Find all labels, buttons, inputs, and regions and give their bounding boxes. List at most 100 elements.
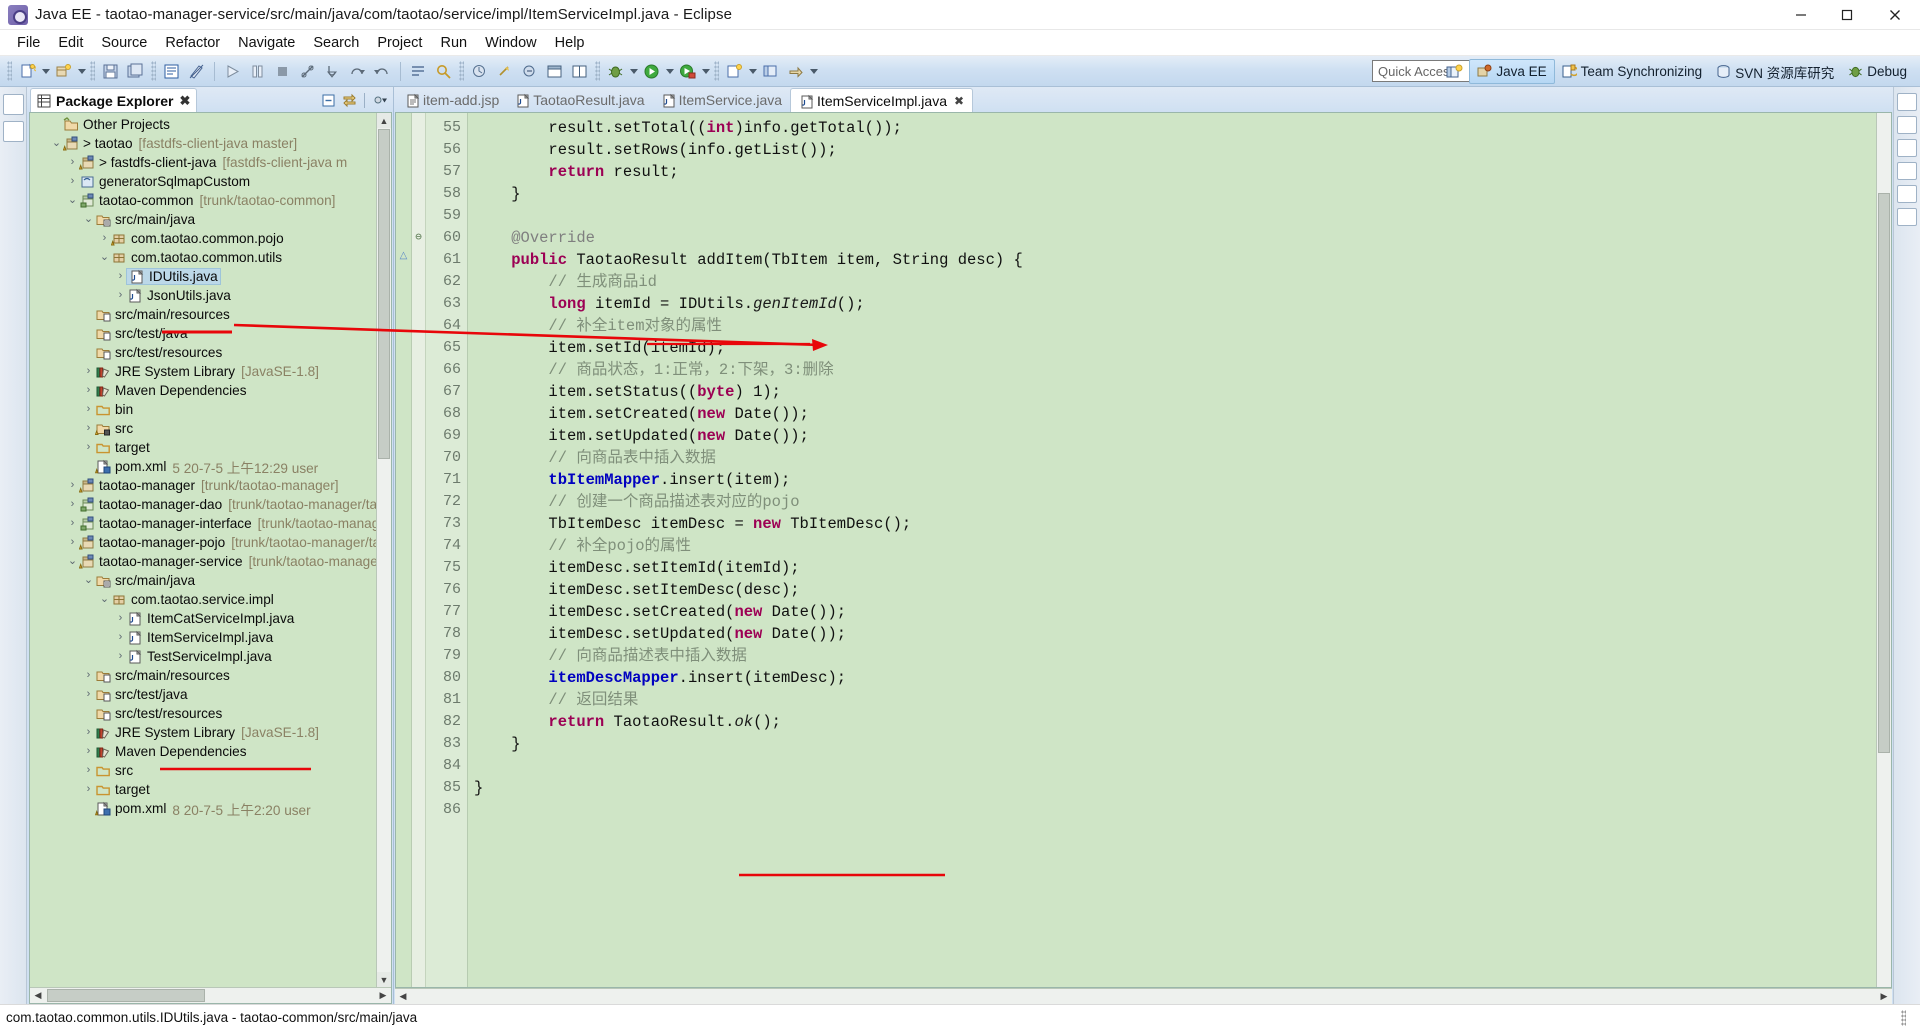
tree-item[interactable]: › ItemCatServiceImpl.java <box>30 609 391 628</box>
table-icon[interactable] <box>568 60 591 83</box>
chevron-right-icon[interactable]: › <box>66 499 79 510</box>
tree-item[interactable]: pom.xml 8 20-7-5 上午2:20 user <box>30 799 391 818</box>
tree-item[interactable]: › taotao-manager-dao [trunk/taotao-manager… <box>30 495 391 514</box>
stop-icon[interactable] <box>271 60 294 83</box>
scroll-up-icon[interactable]: ▲ <box>377 113 391 128</box>
chevron-down-icon[interactable]: ⌄ <box>82 575 95 586</box>
chevron-right-icon[interactable]: › <box>66 176 79 187</box>
open-perspective-button[interactable] <box>1442 60 1466 83</box>
chevron-right-icon[interactable]: › <box>82 442 95 453</box>
tree-item[interactable]: › src <box>30 419 391 438</box>
tree-item[interactable]: › taotao-manager-interface [trunk/taotao-m… <box>30 514 391 533</box>
explorer-scroll-thumb[interactable] <box>378 129 390 459</box>
tree-item[interactable]: › target <box>30 438 391 457</box>
tab-package-explorer[interactable]: Package Explorer ✖ <box>30 88 198 112</box>
tree-item[interactable]: › com.taotao.common.pojo <box>30 229 391 248</box>
chevron-down-icon[interactable]: ⌄ <box>98 252 111 263</box>
link-with-editor-icon[interactable] <box>340 91 358 109</box>
chevron-right-icon[interactable]: › <box>82 366 95 377</box>
task-list-view-icon[interactable] <box>1897 208 1917 226</box>
tree-item[interactable]: › ItemServiceImpl.java <box>30 628 391 647</box>
tree-item[interactable]: › > fastdfs-client-java [fastdfs-client-ja… <box>30 153 391 172</box>
chevron-right-icon[interactable]: › <box>82 689 95 700</box>
search-icon[interactable] <box>432 60 455 83</box>
tree-item[interactable]: pom.xml 5 20-7-5 上午12:29 user <box>30 457 391 476</box>
editor-code-area[interactable]: result.setTotal((int)info.getTotal()); r… <box>468 113 1876 987</box>
chevron-right-icon[interactable]: › <box>66 157 79 168</box>
forward-nav-icon[interactable] <box>784 60 807 83</box>
debug-bug-icon[interactable] <box>604 60 627 83</box>
run-dropdown-icon[interactable] <box>664 60 675 82</box>
chevron-right-icon[interactable]: › <box>114 632 127 643</box>
tree-item[interactable]: src/test/resources <box>30 704 391 723</box>
new-package-dropdown-icon[interactable] <box>76 60 87 82</box>
chevron-right-icon[interactable]: › <box>114 271 127 282</box>
toolbar-grip-3[interactable] <box>151 61 156 81</box>
collapse-all-icon[interactable] <box>319 91 337 109</box>
menu-run[interactable]: Run <box>431 33 476 53</box>
editor-scroll-right-icon[interactable]: ▶ <box>1876 991 1892 1002</box>
step-over-icon[interactable] <box>346 60 369 83</box>
new-wizard-icon[interactable] <box>16 60 39 83</box>
maximize-button[interactable] <box>1824 0 1870 30</box>
minimize-button[interactable] <box>1778 0 1824 30</box>
menu-file[interactable]: File <box>8 33 49 53</box>
chevron-right-icon[interactable]: › <box>82 385 95 396</box>
explorer-hscroll-thumb[interactable] <box>47 989 205 1002</box>
tree-item[interactable]: › taotao-manager [trunk/taotao-manager] <box>30 476 391 495</box>
debug-dropdown-icon[interactable] <box>628 60 639 82</box>
open-type-icon[interactable] <box>407 60 430 83</box>
chevron-down-icon[interactable]: ⌄ <box>66 195 79 206</box>
open-perspective-small-icon[interactable] <box>759 60 782 83</box>
new-wizard-dropdown-icon[interactable] <box>40 60 51 82</box>
chevron-down-icon[interactable]: ⌄ <box>50 138 63 149</box>
last-edit-location-icon[interactable] <box>468 60 491 83</box>
chevron-right-icon[interactable]: › <box>98 233 111 244</box>
tree-item[interactable]: › Maven Dependencies <box>30 381 391 400</box>
package-explorer-tree[interactable]: Other Projects ⌄ > taotao [fastdfs-client-j… <box>30 115 391 818</box>
tree-item[interactable]: src/test/resources <box>30 343 391 362</box>
disconnect-icon[interactable] <box>296 60 319 83</box>
editor-horizontal-scrollbar[interactable]: ◀ ▶ <box>395 988 1892 1004</box>
tree-item[interactable]: › JRE System Library [JavaSE-1.8] <box>30 723 391 742</box>
explorer-horizontal-scrollbar[interactable]: ◀ ▶ <box>30 987 391 1003</box>
toolbar-grip-2[interactable] <box>90 61 95 81</box>
menu-help[interactable]: Help <box>546 33 594 53</box>
tree-item[interactable]: ⌄ src/main/java <box>30 571 391 590</box>
tree-item[interactable]: › src/main/resources <box>30 666 391 685</box>
data-source-view-icon[interactable] <box>1897 162 1917 180</box>
override-marker-icon[interactable]: △ <box>396 245 411 267</box>
run-green-icon[interactable] <box>640 60 663 83</box>
tree-item[interactable]: › generatorSqlmapCustom <box>30 172 391 191</box>
fold-toggle-icon[interactable]: ⊖ <box>412 227 425 249</box>
close-icon[interactable]: ✖ <box>180 93 191 109</box>
tree-item[interactable]: ⌄ src/main/java <box>30 210 391 229</box>
chevron-right-icon[interactable]: › <box>66 537 79 548</box>
toolbar-grip-5[interactable] <box>595 61 600 81</box>
menu-edit[interactable]: Edit <box>49 33 92 53</box>
toggle-breadcrumb-icon[interactable] <box>543 60 566 83</box>
run-external-icon[interactable] <box>676 60 699 83</box>
previous-annotation-icon[interactable] <box>518 60 541 83</box>
next-annotation-icon[interactable] <box>493 60 516 83</box>
servers-view-icon[interactable] <box>1897 116 1917 134</box>
tree-item[interactable]: › JsonUtils.java <box>30 286 391 305</box>
explorer-vertical-scrollbar[interactable]: ▲ ▼ <box>376 113 391 987</box>
tree-item[interactable]: › src <box>30 761 391 780</box>
view-menu-icon[interactable] <box>371 91 389 109</box>
scroll-left-icon[interactable]: ◀ <box>30 990 46 1001</box>
step-return-icon[interactable] <box>371 60 394 83</box>
chevron-right-icon[interactable]: › <box>66 480 79 491</box>
editor-tab[interactable]: ItemServiceImpl.java ✖ <box>790 88 974 112</box>
scroll-right-icon[interactable]: ▶ <box>375 990 391 1001</box>
tree-item[interactable]: ⌄ com.taotao.service.impl <box>30 590 391 609</box>
editor-tab[interactable]: ItemService.java <box>653 88 790 112</box>
tree-item[interactable]: ⌄ taotao-common [trunk/taotao-common] <box>30 191 391 210</box>
tree-item[interactable]: src/main/resources <box>30 305 391 324</box>
tree-item[interactable]: › taotao-manager-pojo [trunk/taotao-manage… <box>30 533 391 552</box>
chevron-right-icon[interactable]: › <box>82 670 95 681</box>
run-icon[interactable] <box>221 60 244 83</box>
tree-item[interactable]: › Maven Dependencies <box>30 742 391 761</box>
new-java-package-icon[interactable] <box>52 60 75 83</box>
perspective-team-synchronizing[interactable]: Team Synchronizing <box>1555 59 1710 84</box>
